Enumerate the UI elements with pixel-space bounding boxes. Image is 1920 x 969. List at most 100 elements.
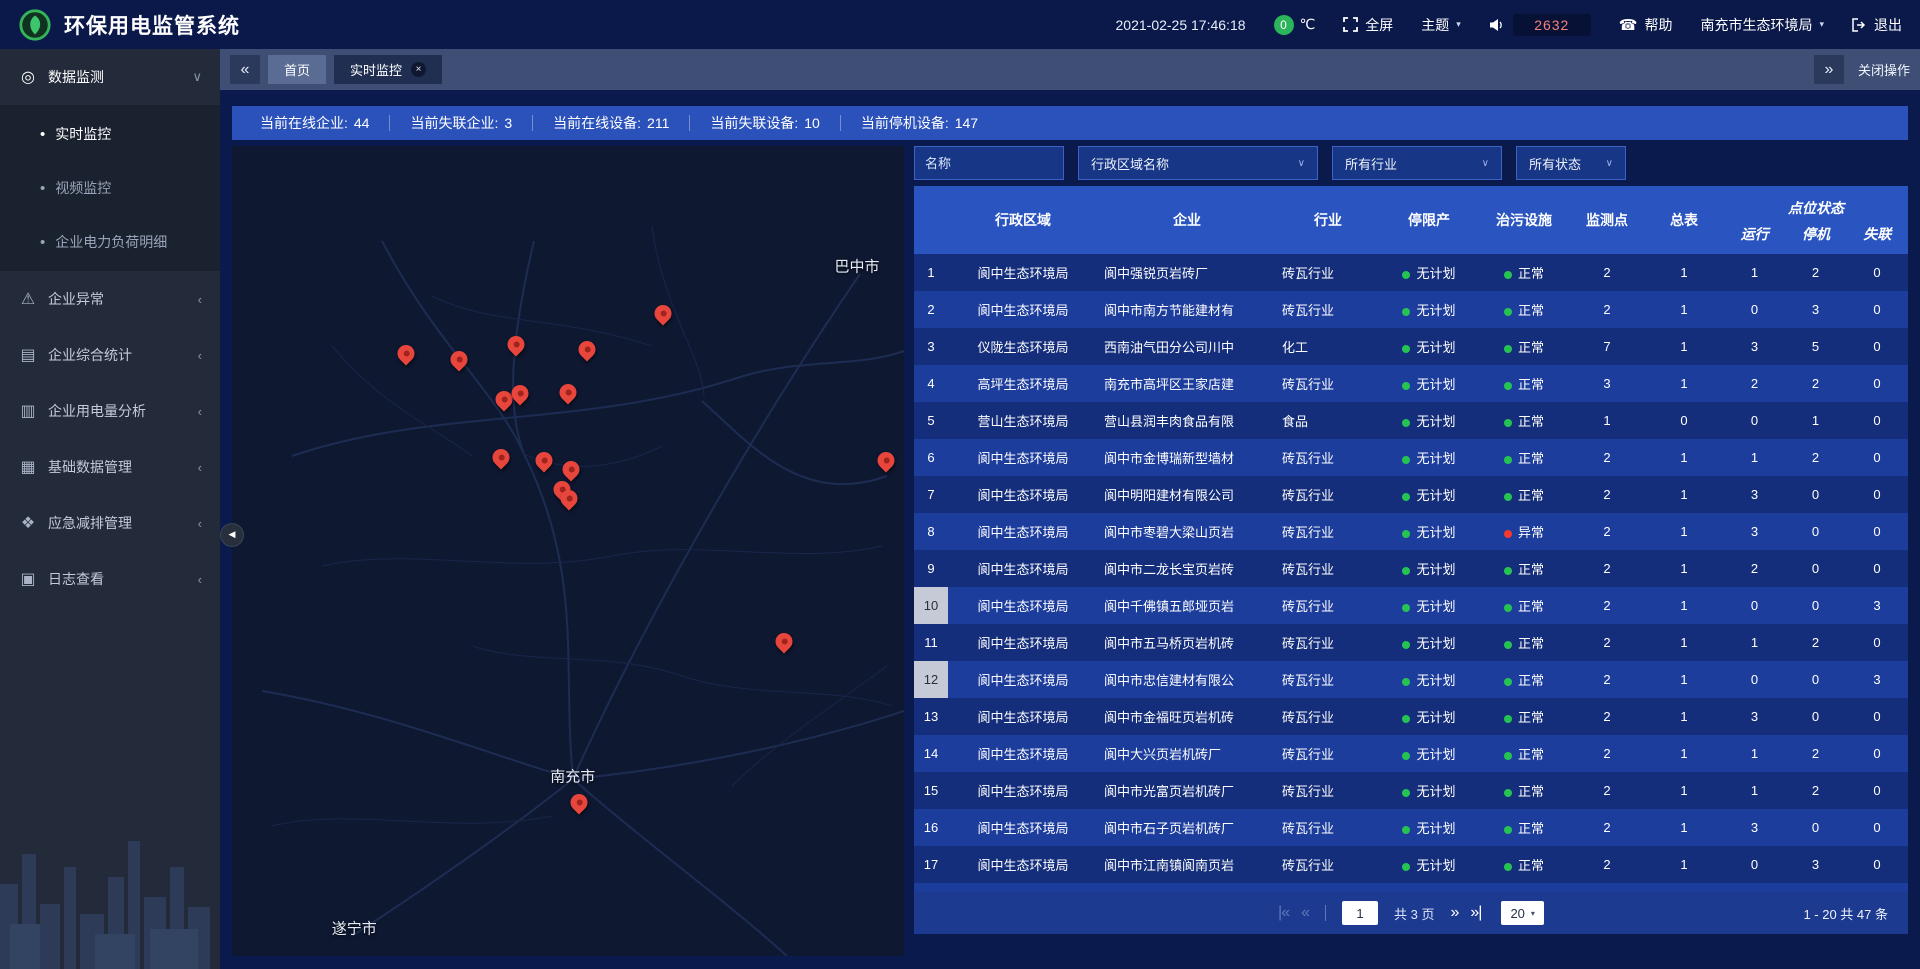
table-row[interactable]: 5营山生态环境局营山县润丰肉食品有限食品无计划正常10010	[914, 402, 1908, 439]
status-dot-green	[1504, 271, 1512, 279]
industry-select[interactable]: 所有行业 ∨	[1332, 146, 1502, 180]
help-button[interactable]: ☎ 帮助	[1619, 15, 1673, 35]
table-row[interactable]: 17阆中生态环境局阆中市江南镇阆南页岩砖瓦行业无计划正常21030	[914, 846, 1908, 883]
table-row[interactable]: 2阆中生态环境局阆中市南方节能建材有砖瓦行业无计划正常21030	[914, 291, 1908, 328]
tabs-scroll-right-button[interactable]: »	[1814, 55, 1844, 84]
row-index: 5	[914, 402, 948, 439]
sidebar-group-header[interactable]: ◎数据监测∨	[0, 49, 220, 105]
limit-text: 无计划	[1416, 673, 1455, 688]
sidebar-group-header[interactable]: ▣日志查看‹	[0, 551, 220, 607]
table-row[interactable]: 10阆中生态环境局阆中千佛镇五郎垭页岩砖瓦行业无计划正常21003	[914, 587, 1908, 624]
first-page-button[interactable]: |«	[1278, 904, 1289, 922]
cell-region: 阆中生态环境局	[948, 855, 1098, 874]
next-page-button[interactable]: »	[1450, 904, 1458, 922]
fullscreen-button[interactable]: 全屏	[1343, 15, 1393, 35]
cell-meter: 1	[1644, 857, 1724, 872]
table-row[interactable]: 16阆中生态环境局阆中市石子页岩机砖厂砖瓦行业无计划正常21300	[914, 809, 1908, 846]
stat-label: 当前在线设备:	[553, 115, 641, 131]
table-row[interactable]: 7阆中生态环境局阆中明阳建材有限公司砖瓦行业无计划正常21300	[914, 476, 1908, 513]
name-search-input[interactable]	[914, 146, 1064, 180]
header-lost: 失联	[1847, 224, 1908, 244]
facility-status-text: 异常	[1518, 525, 1544, 540]
status-select[interactable]: 所有状态 ∨	[1516, 146, 1626, 180]
sidebar-group-header[interactable]: ⚠企业异常‹	[0, 271, 220, 327]
theme-dropdown[interactable]: 主题 ▾	[1421, 15, 1461, 35]
cell-points: 2	[1570, 487, 1644, 502]
table-row[interactable]: 9阆中生态环境局阆中市二龙长宝页岩砖砖瓦行业无计划正常21200	[914, 550, 1908, 587]
cell-lost: 0	[1846, 820, 1908, 835]
prev-page-button[interactable]: «	[1301, 904, 1309, 922]
row-index: 12	[914, 661, 948, 698]
map-panel[interactable]: ◀ 巴中市南充市遂宁市	[232, 146, 904, 956]
chevron-down-icon: ∨	[1298, 158, 1305, 169]
page-size-select[interactable]: 20 ▾	[1501, 901, 1543, 925]
tab-home-label: 首页	[284, 60, 310, 79]
tabs-scroll-left-button[interactable]: «	[230, 55, 260, 84]
sidebar-item[interactable]: •视频监控	[0, 161, 220, 215]
table-row[interactable]: 15阆中生态环境局阆中市光富页岩机砖厂砖瓦行业无计划正常21120	[914, 772, 1908, 809]
last-page-button[interactable]: »|	[1470, 904, 1481, 922]
row-index: 17	[914, 846, 948, 883]
cell-limit: 无计划	[1380, 818, 1478, 837]
bullet-icon: •	[40, 181, 45, 196]
cell-facility: 正常	[1478, 818, 1570, 837]
table-row[interactable]: 8阆中生态环境局阆中市枣碧大梁山页岩砖瓦行业无计划异常21300	[914, 513, 1908, 550]
table-row[interactable]: 14阆中生态环境局阆中大兴页岩机砖厂砖瓦行业无计划正常21120	[914, 735, 1908, 772]
table-row[interactable]: 11阆中生态环境局阆中市五马桥页岩机砖砖瓦行业无计划正常21120	[914, 624, 1908, 661]
cell-stop: 0	[1785, 487, 1846, 502]
pagination-range: 1 - 20 共 47 条	[1803, 904, 1888, 923]
logout-button[interactable]: 退出	[1852, 15, 1902, 35]
cell-company: 阆中市二龙长宝页岩砖	[1098, 559, 1276, 578]
help-label: 帮助	[1644, 15, 1672, 35]
facility-status-text: 正常	[1518, 340, 1544, 355]
cell-stop: 1	[1785, 413, 1846, 428]
cell-limit: 无计划	[1380, 781, 1478, 800]
cell-run: 0	[1724, 598, 1785, 613]
speaker-icon	[1489, 18, 1505, 32]
sidebar-group-header[interactable]: ❖应急减排管理‹	[0, 495, 220, 551]
cell-run: 1	[1724, 783, 1785, 798]
table-row[interactable]: 13阆中生态环境局阆中市金福旺页岩机砖砖瓦行业无计划正常21300	[914, 698, 1908, 735]
row-index: 14	[914, 735, 948, 772]
row-index: 13	[914, 698, 948, 735]
table-row[interactable]: 3仪陇生态环境局西南油气田分公司川中化工无计划正常71350	[914, 328, 1908, 365]
cell-points: 2	[1570, 598, 1644, 613]
tab-realtime-monitor[interactable]: 实时监控 ×	[334, 55, 442, 84]
announcement-marquee[interactable]: 2632	[1489, 14, 1591, 36]
chevron-collapsed-icon: ‹	[198, 516, 202, 531]
stat-value: 211	[647, 115, 669, 131]
close-operations-button[interactable]: 关闭操作	[1858, 60, 1910, 79]
cell-company: 西南油气田分公司川中	[1098, 337, 1276, 356]
sidebar-group-header[interactable]: ▤企业综合统计‹	[0, 327, 220, 383]
row-index: 18	[914, 883, 948, 892]
limit-text: 无计划	[1416, 636, 1455, 651]
sidebar-item[interactable]: •实时监控	[0, 107, 220, 161]
cell-company: 阆中强锐页岩砖厂	[1098, 263, 1276, 282]
cell-facility: 异常	[1478, 522, 1570, 541]
table-row[interactable]: 4高坪生态环境局南充市高坪区王家店建砖瓦行业无计划正常31220	[914, 365, 1908, 402]
table-row[interactable]: 6阆中生态环境局阆中市金博瑞新型墙材砖瓦行业无计划正常21120	[914, 439, 1908, 476]
sidebar-item[interactable]: •企业电力负荷明细	[0, 215, 220, 269]
cell-run: 0	[1724, 302, 1785, 317]
map-collapse-button[interactable]: ◀	[220, 523, 244, 547]
sidebar-group-header[interactable]: ▥企业用电量分析‹	[0, 383, 220, 439]
org-dropdown[interactable]: 南充市生态环境局 ▾	[1700, 15, 1824, 35]
sidebar-group-label: 日志查看	[48, 569, 104, 589]
tab-home[interactable]: 首页	[268, 55, 326, 84]
limit-text: 无计划	[1416, 525, 1455, 540]
limit-text: 无计划	[1416, 821, 1455, 836]
tab-realtime-label: 实时监控	[350, 60, 402, 79]
tab-close-icon[interactable]: ×	[411, 62, 426, 77]
limit-text: 无计划	[1416, 377, 1455, 392]
table-row[interactable]: 1阆中生态环境局阆中强锐页岩砖厂砖瓦行业无计划正常21120	[914, 254, 1908, 291]
table-body: 1阆中生态环境局阆中强锐页岩砖厂砖瓦行业无计划正常211202阆中生态环境局阆中…	[914, 254, 1908, 892]
cell-limit: 无计划	[1380, 300, 1478, 319]
table-row[interactable]: 12阆中生态环境局阆中市忠信建材有限公砖瓦行业无计划正常21003	[914, 661, 1908, 698]
sidebar-group-header[interactable]: ▦基础数据管理‹	[0, 439, 220, 495]
cell-industry: 砖瓦行业	[1276, 855, 1380, 874]
city-skyline-decoration	[0, 809, 220, 969]
region-select[interactable]: 行政区域名称 ∨	[1078, 146, 1318, 180]
table-row[interactable]: 18南部生态环境局南部县瑞华页岩砖有限公砖瓦行业无计划正常21030	[914, 883, 1908, 892]
page-number-input[interactable]: 1	[1342, 901, 1378, 925]
status-dot-green	[1402, 382, 1410, 390]
